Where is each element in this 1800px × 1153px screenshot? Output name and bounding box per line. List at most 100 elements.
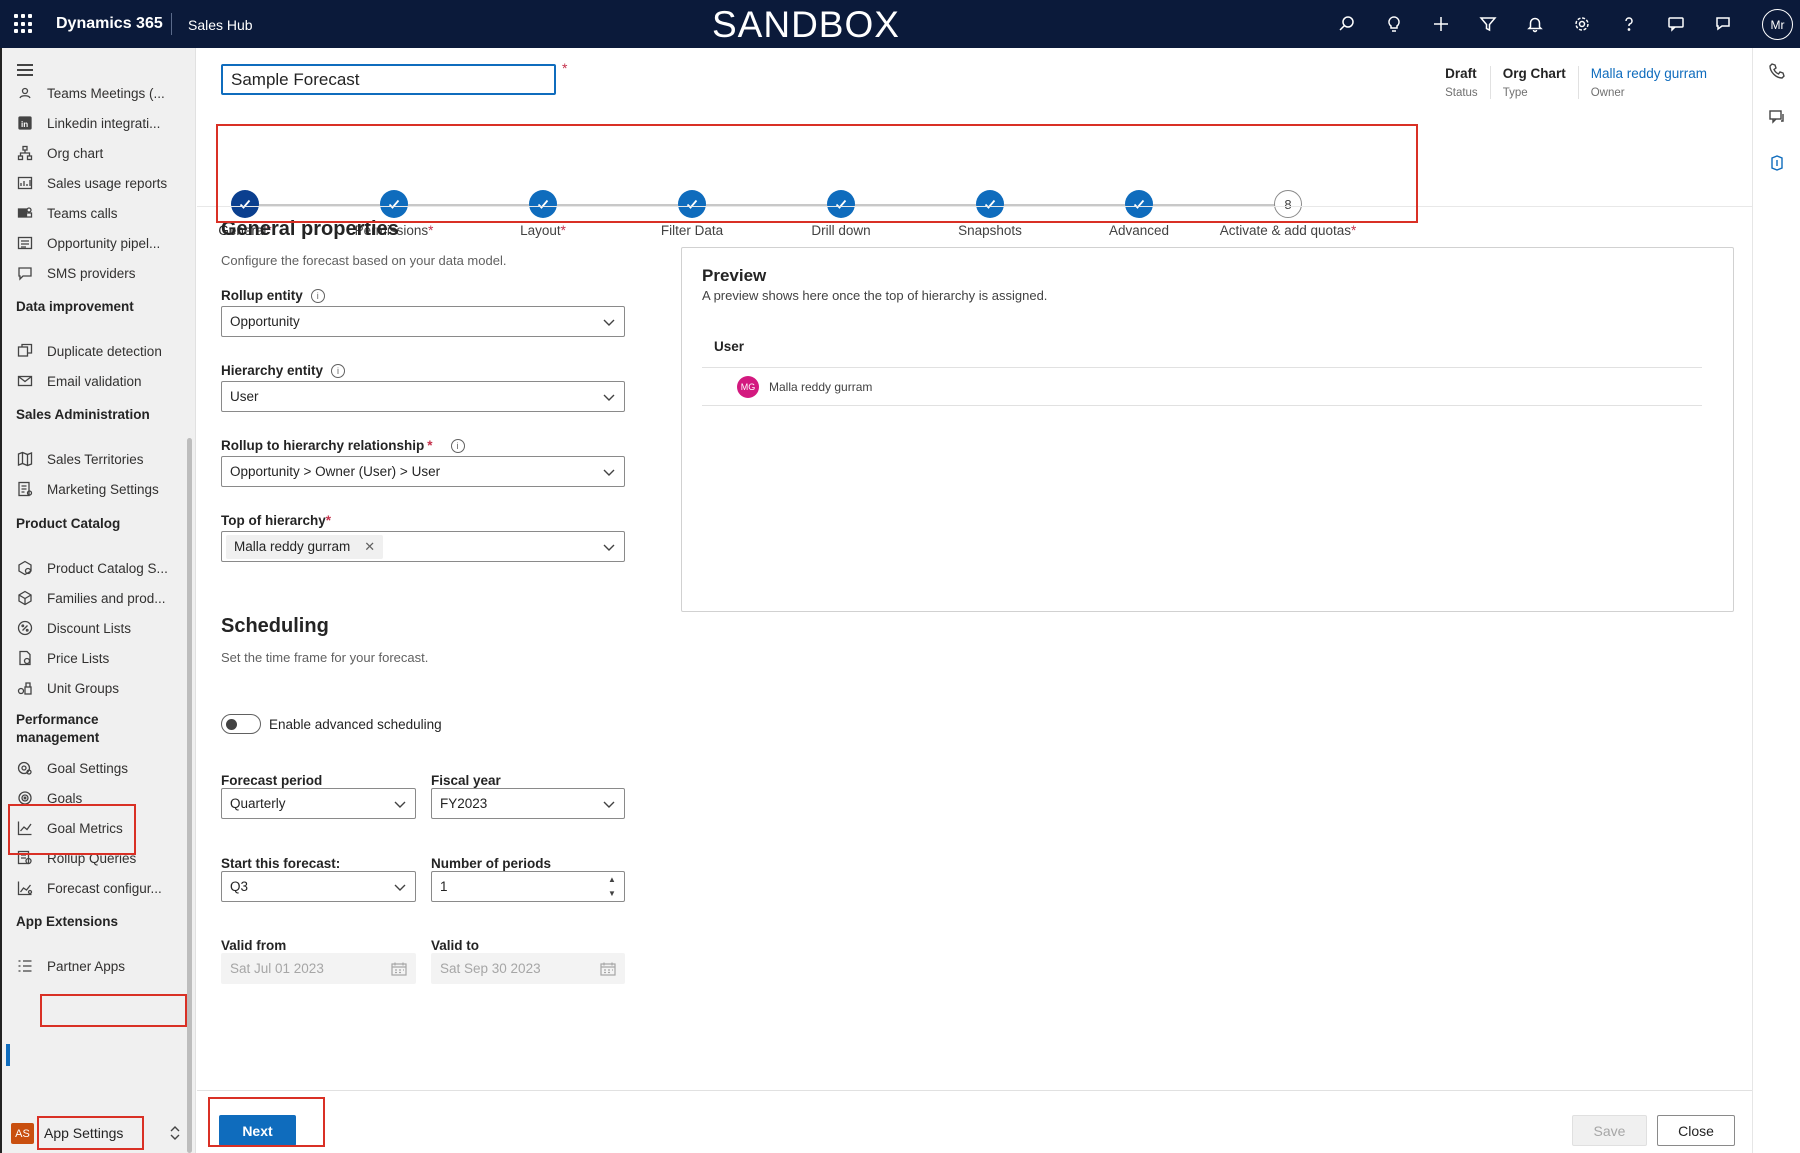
sidebar-item-teams-meetings[interactable]: Teams Meetings (... bbox=[16, 81, 186, 105]
hamburger-menu-icon[interactable] bbox=[17, 64, 33, 76]
scrollbar[interactable] bbox=[187, 438, 192, 1153]
sidebar-item-partner-apps[interactable]: Partner Apps bbox=[16, 954, 186, 978]
sidebar-item-goals[interactable]: Goals bbox=[16, 786, 186, 810]
sidebar-item-label: Duplicate detection bbox=[47, 343, 162, 359]
area-badge: AS bbox=[11, 1123, 34, 1144]
decrement-icon[interactable]: ▼ bbox=[608, 889, 616, 898]
step-advanced[interactable]: Advanced bbox=[1064, 190, 1214, 238]
select-value: Quarterly bbox=[230, 796, 286, 811]
sidebar-item-goal-metrics[interactable]: Goal Metrics bbox=[16, 816, 186, 840]
area-switcher[interactable]: AS App Settings bbox=[0, 1114, 196, 1153]
feedback-icon[interactable] bbox=[1711, 12, 1735, 36]
main-content: * Draft Status Org Chart Type Malla redd… bbox=[197, 48, 1752, 1153]
info-icon[interactable]: i bbox=[310, 288, 325, 303]
hierarchy-entity-select[interactable]: User bbox=[221, 381, 625, 412]
number-of-periods-stepper[interactable]: 1 ▲ ▼ bbox=[431, 871, 625, 902]
svg-text:in: in bbox=[21, 120, 28, 129]
sidebar-item-sales-territories[interactable]: Sales Territories bbox=[16, 447, 186, 471]
sidebar-item-unit-groups[interactable]: Unit Groups bbox=[16, 676, 186, 700]
sidebar-item-org-chart[interactable]: Org chart bbox=[16, 141, 186, 165]
step-drill-down[interactable]: Drill down bbox=[766, 190, 916, 238]
step-label: Filter Data bbox=[660, 223, 724, 238]
select-value: FY2023 bbox=[440, 796, 488, 811]
sidebar-item-label: Forecast configur... bbox=[47, 880, 162, 896]
remove-icon[interactable]: ✕ bbox=[364, 539, 375, 555]
sidebar-item-label: Org chart bbox=[47, 145, 104, 161]
bell-icon[interactable] bbox=[1523, 12, 1547, 36]
top-of-hierarchy-lookup[interactable]: Malla reddy gurram ✕ bbox=[221, 531, 625, 562]
sidebar-item-linkedin[interactable]: in Linkedin integrati... bbox=[16, 111, 186, 135]
wizard-stepper: General* Permissions* Layout* Filter Dat… bbox=[197, 138, 1752, 238]
hierarchy-entity-label: Hierarchy entity i bbox=[221, 363, 346, 378]
step-activate-quotas[interactable]: 8 Activate & add quotas* bbox=[1213, 190, 1363, 238]
close-button[interactable]: Close bbox=[1657, 1115, 1735, 1146]
app-launcher-icon[interactable] bbox=[14, 14, 34, 34]
copilot-icon[interactable] bbox=[1768, 154, 1788, 174]
fiscal-year-label: Fiscal year bbox=[431, 773, 501, 788]
sidebar-item-teams-calls[interactable]: Teams calls bbox=[16, 201, 186, 225]
search-icon[interactable] bbox=[1335, 12, 1359, 36]
check-icon bbox=[678, 190, 706, 218]
forecast-period-select[interactable]: Quarterly bbox=[221, 788, 416, 819]
sidebar-item-price-lists[interactable]: Price Lists bbox=[16, 646, 186, 670]
add-icon[interactable] bbox=[1429, 12, 1453, 36]
help-icon[interactable] bbox=[1617, 12, 1641, 36]
next-button[interactable]: Next bbox=[219, 1115, 296, 1146]
step-snapshots[interactable]: Snapshots bbox=[915, 190, 1065, 238]
fiscal-year-select[interactable]: FY2023 bbox=[431, 788, 625, 819]
select-value: Opportunity > Owner (User) > User bbox=[230, 464, 441, 479]
chevron-down-icon bbox=[602, 797, 616, 811]
user-avatar[interactable]: Mr bbox=[1762, 9, 1793, 40]
filter-icon[interactable] bbox=[1476, 12, 1500, 36]
sidebar-item-product-catalog-settings[interactable]: Product Catalog S... bbox=[16, 556, 186, 580]
sidebar-item-goal-settings[interactable]: Goal Settings bbox=[16, 756, 186, 780]
valid-from-field: Sat Jul 01 2023 bbox=[221, 953, 416, 984]
forecast-name-input[interactable] bbox=[221, 64, 556, 95]
marketing-icon bbox=[16, 480, 34, 498]
lightbulb-icon[interactable] bbox=[1382, 12, 1406, 36]
linkedin-icon: in bbox=[16, 114, 34, 132]
sidebar-item-sales-usage-reports[interactable]: Sales usage reports bbox=[16, 171, 186, 195]
owner-link[interactable]: Malla reddy gurram bbox=[1591, 66, 1707, 81]
step-layout[interactable]: Layout* bbox=[468, 190, 618, 238]
step-filter-data[interactable]: Filter Data bbox=[617, 190, 767, 238]
sidebar-item-opportunity-pipeline[interactable]: Opportunity pipel... bbox=[16, 231, 186, 255]
chevron-up-down-icon[interactable] bbox=[167, 1124, 183, 1142]
status-label: Status bbox=[1445, 87, 1478, 99]
select-value: Q3 bbox=[230, 879, 249, 894]
step-label: Activate & add quotas bbox=[1219, 223, 1352, 238]
sidebar-item-label: Goal Metrics bbox=[47, 820, 123, 836]
save-button[interactable]: Save bbox=[1572, 1115, 1647, 1146]
advanced-scheduling-toggle[interactable] bbox=[221, 714, 261, 734]
increment-icon[interactable]: ▲ bbox=[608, 875, 616, 884]
app-name[interactable]: Sales Hub bbox=[188, 17, 253, 33]
gear-icon[interactable] bbox=[1570, 12, 1594, 36]
sidebar-item-marketing-settings[interactable]: Marketing Settings bbox=[16, 477, 186, 501]
chat-icon[interactable] bbox=[1664, 12, 1688, 36]
check-icon bbox=[529, 190, 557, 218]
sidebar-item-label: Partner Apps bbox=[47, 958, 126, 974]
preview-column-header: User bbox=[702, 332, 1702, 368]
spin-buttons[interactable]: ▲ ▼ bbox=[606, 875, 618, 898]
sidebar-item-label: Linkedin integrati... bbox=[47, 115, 161, 131]
phone-icon[interactable] bbox=[1768, 62, 1788, 82]
sidebar-item-label: Price Lists bbox=[47, 650, 110, 666]
preview-row[interactable]: MG Malla reddy gurram bbox=[702, 368, 1702, 406]
sidebar-item-sms-providers[interactable]: SMS providers bbox=[16, 261, 186, 285]
relationship-select[interactable]: Opportunity > Owner (User) > User bbox=[221, 456, 625, 487]
start-forecast-select[interactable]: Q3 bbox=[221, 871, 416, 902]
divider bbox=[197, 206, 1752, 207]
sidebar-item-rollup-queries[interactable]: Rollup Queries bbox=[16, 846, 186, 870]
sidebar-item-duplicate-detection[interactable]: Duplicate detection bbox=[16, 339, 186, 363]
product-name[interactable]: Dynamics 365 bbox=[56, 15, 163, 33]
selected-user-tag[interactable]: Malla reddy gurram ✕ bbox=[226, 534, 384, 559]
conversation-icon[interactable] bbox=[1768, 108, 1788, 128]
sidebar-item-families-products[interactable]: Families and prod... bbox=[16, 586, 186, 610]
sidebar-item-forecast-configuration[interactable]: Forecast configur... bbox=[16, 876, 186, 900]
info-icon[interactable]: i bbox=[331, 363, 346, 378]
duplicate-icon bbox=[16, 342, 34, 360]
sidebar-item-discount-lists[interactable]: Discount Lists bbox=[16, 616, 186, 640]
sidebar-item-email-validation[interactable]: Email validation bbox=[16, 369, 186, 393]
rollup-entity-select[interactable]: Opportunity bbox=[221, 306, 625, 337]
info-icon[interactable]: i bbox=[450, 438, 465, 453]
